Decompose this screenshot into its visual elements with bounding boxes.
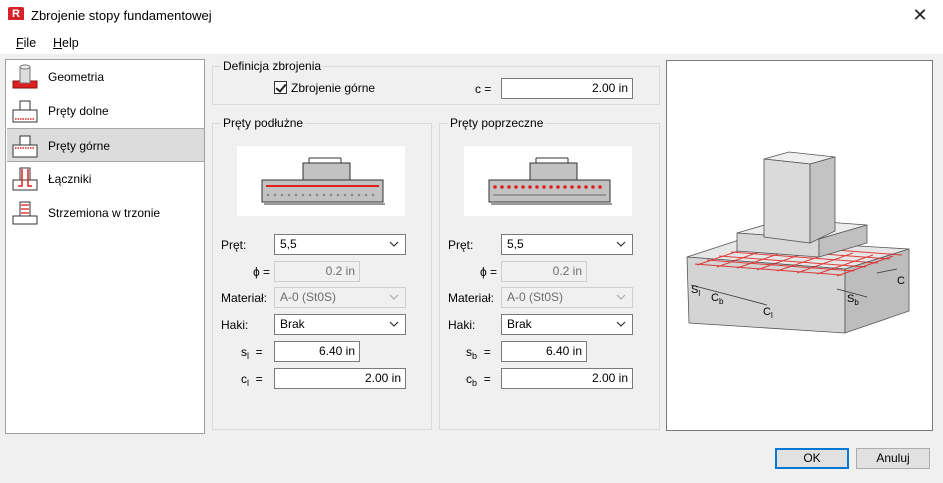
menu-bar: File Help bbox=[0, 31, 943, 55]
top-reinforcement-label: Zbrojenie górne bbox=[291, 81, 376, 95]
sidebar-item-geometria[interactable]: Geometria bbox=[7, 60, 204, 94]
footing-geometry-icon bbox=[12, 64, 38, 89]
window-title: Zbrojenie stopy fundamentowej bbox=[31, 8, 212, 23]
sidebar-item-laczniki[interactable]: Łączniki bbox=[7, 162, 204, 196]
longitudinal-spacing-label: sl = bbox=[241, 345, 263, 361]
transverse-cover-input[interactable]: 2.00 in bbox=[501, 368, 633, 389]
cover-c-label: c = bbox=[475, 82, 492, 96]
sidebar-item-strzemiona[interactable]: Strzemiona w trzonie bbox=[7, 196, 204, 230]
cover-c-input[interactable]: 2.00 in bbox=[501, 78, 633, 99]
transverse-bar-label: Pręt: bbox=[448, 238, 474, 252]
transverse-group-title: Pręty poprzeczne bbox=[448, 116, 546, 130]
transverse-section-preview bbox=[464, 146, 632, 216]
footing-3d-preview: Sl Cb Cl Sb C bbox=[666, 60, 933, 431]
bottom-bars-icon bbox=[12, 100, 38, 123]
longitudinal-bar-label: Pręt: bbox=[221, 238, 247, 252]
top-bars-icon bbox=[12, 135, 38, 158]
transverse-hooks-label: Haki: bbox=[448, 318, 476, 332]
transverse-cover-label: cb = bbox=[466, 372, 491, 388]
longitudinal-cover-input[interactable]: 2.00 in bbox=[274, 368, 406, 389]
definition-group: Definicja zbrojenia Zbrojenie górne c = … bbox=[212, 59, 660, 105]
longitudinal-phi-label: ϕ = bbox=[253, 265, 271, 279]
transverse-bars-group: Pręty poprzeczne Pręt: 5,5 ϕ = 0.2 in Ma… bbox=[439, 116, 660, 430]
transverse-material-select: A-0 (St0S) bbox=[501, 287, 633, 308]
title-bar: R Zbrojenie stopy fundamentowej ✕ bbox=[0, 0, 943, 31]
longitudinal-section-preview bbox=[237, 146, 405, 216]
top-reinforcement-checkbox[interactable] bbox=[274, 81, 287, 94]
cancel-button[interactable]: Anuluj bbox=[856, 448, 930, 469]
longitudinal-cover-label: cl = bbox=[241, 372, 263, 388]
chevron-down-icon bbox=[389, 321, 399, 327]
chevron-down-icon bbox=[616, 321, 626, 327]
transverse-section-diagram bbox=[488, 157, 612, 205]
sidebar-item-prety-gorne[interactable]: Pręty górne bbox=[7, 128, 204, 162]
menu-help[interactable]: Help bbox=[53, 36, 79, 50]
longitudinal-material-label: Materiał: bbox=[221, 291, 268, 305]
chevron-down-icon bbox=[389, 294, 399, 300]
transverse-hooks-select[interactable]: Brak bbox=[501, 314, 633, 335]
menu-file[interactable]: File bbox=[16, 36, 36, 50]
sidebar-item-label: Strzemiona w trzonie bbox=[48, 206, 161, 220]
transverse-bar-select[interactable]: 5,5 bbox=[501, 234, 633, 255]
chevron-down-icon bbox=[389, 241, 399, 247]
transverse-material-label: Materiał: bbox=[448, 291, 495, 305]
connectors-icon bbox=[12, 167, 38, 191]
longitudinal-hooks-select[interactable]: Brak bbox=[274, 314, 406, 335]
definition-group-title: Definicja zbrojenia bbox=[221, 59, 324, 73]
longitudinal-bars-group: Pręty podłużne Pręt: 5,5 ϕ = 0.2 in Mate… bbox=[212, 116, 432, 430]
sidebar-item-label: Pręty górne bbox=[48, 139, 111, 153]
chevron-down-icon bbox=[616, 241, 626, 247]
transverse-phi-input: 0.2 in bbox=[501, 261, 587, 282]
longitudinal-group-title: Pręty podłużne bbox=[221, 116, 306, 130]
app-logo-icon: R bbox=[8, 7, 24, 23]
transverse-spacing-input[interactable]: 6.40 in bbox=[501, 341, 587, 362]
chevron-down-icon bbox=[616, 294, 626, 300]
sidebar: Geometria Pręty dolne Pręty górne Łączni… bbox=[5, 59, 205, 434]
longitudinal-bar-select[interactable]: 5,5 bbox=[274, 234, 406, 255]
sidebar-item-label: Geometria bbox=[48, 70, 105, 84]
ok-button[interactable]: OK bbox=[775, 448, 849, 469]
footing-3d-diagram: Sl Cb Cl Sb C bbox=[686, 151, 910, 334]
sidebar-item-label: Pręty dolne bbox=[48, 104, 109, 118]
longitudinal-section-diagram bbox=[261, 157, 385, 205]
longitudinal-phi-input: 0.2 in bbox=[274, 261, 360, 282]
transverse-spacing-label: sb = bbox=[466, 345, 491, 361]
diagram-label-c: C bbox=[897, 275, 905, 287]
longitudinal-material-select: A-0 (St0S) bbox=[274, 287, 406, 308]
close-button[interactable]: ✕ bbox=[897, 0, 943, 31]
stirrups-icon bbox=[12, 201, 38, 225]
longitudinal-hooks-label: Haki: bbox=[221, 318, 249, 332]
longitudinal-spacing-input[interactable]: 6.40 in bbox=[274, 341, 360, 362]
sidebar-item-prety-dolne[interactable]: Pręty dolne bbox=[7, 94, 204, 128]
transverse-phi-label: ϕ = bbox=[480, 265, 498, 279]
sidebar-item-label: Łączniki bbox=[48, 172, 92, 186]
